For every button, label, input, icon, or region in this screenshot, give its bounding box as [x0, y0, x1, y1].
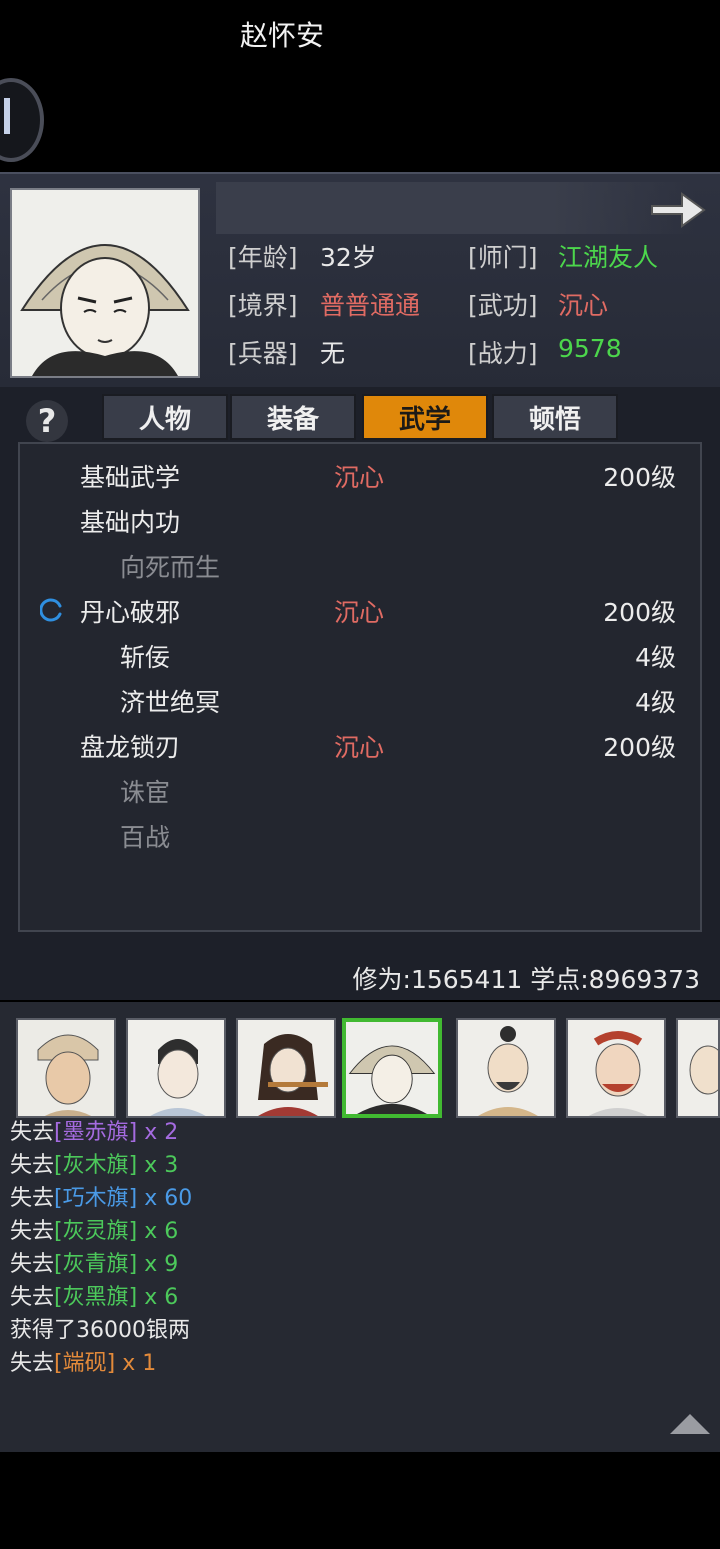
log-line: 失去[巧木旗] x 60	[10, 1180, 192, 1212]
log-quantity: x 9	[144, 1252, 179, 1277]
skill-row[interactable]: 诛宦	[0, 773, 720, 813]
sect-value[interactable]: 江湖友人	[558, 238, 658, 274]
character-portrait	[10, 188, 200, 378]
sect-label: [师门]	[468, 243, 538, 272]
sub-skill-name: 诛宦	[120, 778, 171, 807]
skill-level: 200级	[603, 463, 676, 492]
skill-row[interactable]: 基础武学 沉心 200级	[0, 458, 720, 498]
weapon-value: 无	[320, 339, 346, 368]
character-name: 赵怀安	[240, 19, 325, 52]
log-quantity: x 6	[144, 1285, 179, 1310]
party-avatar[interactable]	[126, 1018, 226, 1118]
corner-menu-button[interactable]	[0, 78, 44, 162]
skill-row[interactable]: 丹心破邪 沉心 200级	[0, 593, 720, 633]
log-quantity: x 3	[144, 1153, 179, 1178]
skill-row[interactable]: 盘龙锁刃 沉心 200级	[0, 728, 720, 768]
realm-value: 普普通通	[320, 291, 421, 320]
log-prefix: 失去	[10, 1186, 55, 1211]
log-prefix: 失去	[10, 1153, 55, 1178]
skill-row[interactable]: 百战	[0, 818, 720, 858]
skill-name: 盘龙锁刃	[80, 733, 181, 762]
log-prefix: 获得了36000银两	[10, 1318, 190, 1343]
name-banner	[216, 182, 696, 234]
party-avatar[interactable]	[16, 1018, 116, 1118]
log-quantity: x 6	[144, 1219, 179, 1244]
log-quantity: x 2	[144, 1120, 179, 1145]
skill-row[interactable]: 向死而生	[0, 548, 720, 588]
log-item-name[interactable]: [墨赤旗]	[54, 1120, 137, 1145]
skill-row[interactable]: 济世绝冥 4级	[0, 683, 720, 723]
log-prefix: 失去	[10, 1252, 55, 1277]
power-value: 9578	[558, 334, 622, 363]
martial-value: 沉心	[558, 291, 609, 320]
weapon-label: [兵器]	[228, 339, 298, 368]
log-line: 获得了36000银两	[10, 1312, 190, 1344]
log-item-name[interactable]: [灰木旗]	[54, 1153, 137, 1178]
skill-level: 4级	[635, 688, 676, 717]
log-item-name[interactable]: [灰黑旗]	[54, 1285, 137, 1310]
log-prefix: 失去	[10, 1219, 55, 1244]
tab-character[interactable]: 人物	[102, 394, 228, 440]
log-prefix: 失去	[10, 1120, 55, 1145]
sub-skill-name: 百战	[120, 823, 171, 852]
skill-style: 沉心	[334, 733, 385, 762]
avatar-image	[18, 1020, 114, 1116]
log-line: 失去[端砚] x 1	[10, 1345, 156, 1377]
tab-equipment[interactable]: 装备	[230, 394, 356, 440]
avatar-image	[238, 1020, 334, 1116]
avatar-image	[568, 1020, 664, 1116]
power-label: [战力]	[468, 339, 538, 368]
log-line: 失去[灰青旗] x 9	[10, 1246, 178, 1278]
party-avatar[interactable]	[566, 1018, 666, 1118]
avatar-image	[128, 1020, 224, 1116]
avatar-image	[678, 1020, 718, 1116]
skill-style: 沉心	[334, 598, 385, 627]
realm-label: [境界]	[228, 291, 298, 320]
log-line: 失去[灰木旗] x 3	[10, 1147, 178, 1179]
skill-row[interactable]: 基础内功	[0, 503, 720, 543]
log-line: 失去[灰灵旗] x 6	[10, 1213, 178, 1245]
log-quantity: x 60	[144, 1186, 193, 1211]
log-item-name[interactable]: [灰青旗]	[54, 1252, 137, 1277]
skill-level: 200级	[603, 733, 676, 762]
skill-name: 基础武学	[80, 463, 181, 492]
tab-martial-arts[interactable]: 武学	[362, 394, 488, 440]
help-icon[interactable]: ?	[26, 400, 68, 442]
avatar-image	[346, 1022, 438, 1114]
skill-name: 丹心破邪	[80, 598, 181, 627]
skill-name: 基础内功	[80, 508, 181, 537]
age-label: [年龄]	[228, 243, 298, 272]
skill-level: 4级	[635, 643, 676, 672]
log-item-name[interactable]: [巧木旗]	[54, 1186, 137, 1211]
tab-enlightenment[interactable]: 顿悟	[492, 394, 618, 440]
portrait-image	[12, 190, 198, 376]
sub-skill-name: 向死而生	[120, 553, 221, 582]
log-prefix: 失去	[10, 1351, 55, 1376]
next-character-arrow-icon[interactable]	[648, 190, 708, 230]
skill-level: 200级	[603, 598, 676, 627]
log-item-name[interactable]: [端砚]	[54, 1351, 115, 1376]
log-line: 失去[墨赤旗] x 2	[10, 1114, 178, 1146]
log-quantity: x 1	[122, 1351, 157, 1376]
party-avatar-selected[interactable]	[342, 1018, 442, 1118]
avatar-image	[458, 1020, 554, 1116]
skill-style: 沉心	[334, 463, 385, 492]
sub-skill-name: 济世绝冥	[120, 688, 221, 717]
scroll-up-arrow-icon[interactable]	[668, 1412, 712, 1436]
cultivation-stats: 修为:1565411 学点:8969373	[352, 965, 700, 994]
skill-row[interactable]: 斩佞 4级	[0, 638, 720, 678]
menu-bar-icon	[4, 98, 10, 134]
log-line: 失去[灰黑旗] x 6	[10, 1279, 178, 1311]
party-avatar[interactable]	[456, 1018, 556, 1118]
party-avatar[interactable]	[676, 1018, 720, 1118]
log-item-name[interactable]: [灰灵旗]	[54, 1219, 137, 1244]
party-avatar[interactable]	[236, 1018, 336, 1118]
martial-label: [武功]	[468, 291, 538, 320]
age-value: 32岁	[320, 243, 377, 272]
sub-skill-name: 斩佞	[120, 643, 171, 672]
log-prefix: 失去	[10, 1285, 55, 1310]
